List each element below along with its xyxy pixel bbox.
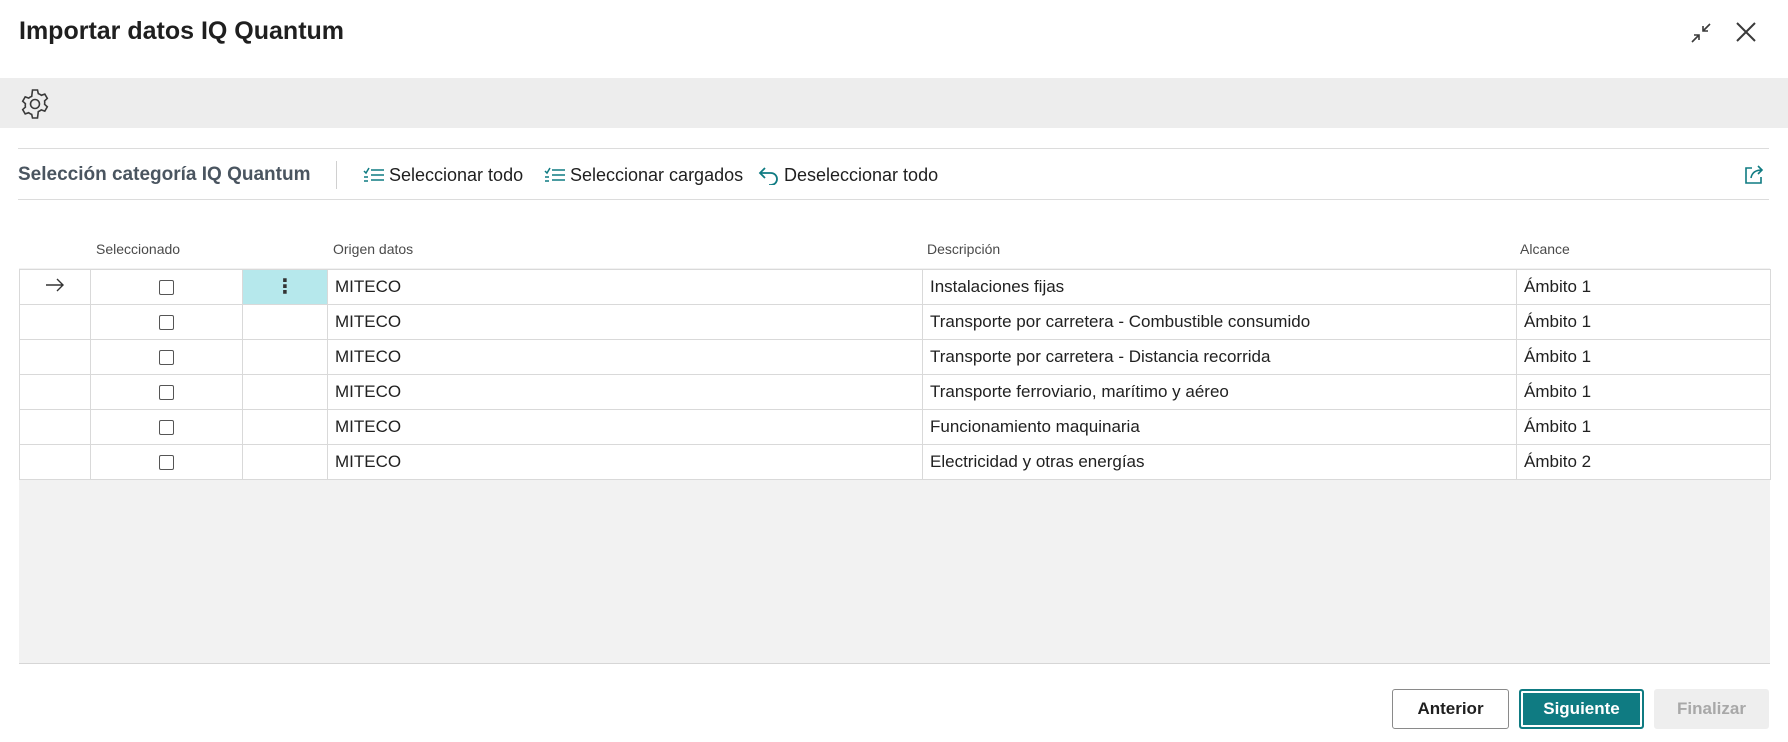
column-header-scope[interactable]: Alcance (1520, 241, 1570, 257)
divider (336, 161, 337, 189)
row-indicator-cell (19, 444, 91, 480)
table-row[interactable]: MITECO Transporte por carretera - Distan… (19, 339, 1771, 375)
grid-column-headers: Seleccionado Origen datos Descripción Al… (0, 235, 1788, 265)
table-row[interactable]: MITECO Funcionamiento maquinaria Ámbito … (19, 409, 1771, 445)
select-loaded-label: Seleccionar cargados (570, 164, 744, 185)
row-menu-cell (242, 374, 328, 410)
table-row[interactable]: MITECO Transporte por carretera - Combus… (19, 304, 1771, 340)
arrow-right-icon (46, 278, 64, 292)
origin-cell[interactable]: MITECO (327, 409, 923, 445)
table-row[interactable]: ⋮ MITECO Instalaciones fijas Ámbito 1 (19, 269, 1771, 305)
next-button[interactable]: Siguiente (1519, 689, 1644, 729)
current-row-indicator (19, 269, 91, 305)
gear-icon[interactable] (18, 87, 52, 121)
action-bar: Selección categoría IQ Quantum Seleccion… (18, 148, 1769, 200)
selected-cell (90, 269, 243, 305)
select-list-icon (363, 167, 384, 182)
description-cell[interactable]: Instalaciones fijas (922, 269, 1517, 305)
share-icon[interactable] (1743, 164, 1765, 186)
origin-cell[interactable]: MITECO (327, 339, 923, 375)
finish-button: Finalizar (1654, 689, 1769, 729)
undo-icon (758, 167, 778, 185)
part-title: Selección categoría IQ Quantum (18, 164, 311, 185)
column-header-selected[interactable]: Seleccionado (96, 241, 180, 257)
collapse-icon[interactable] (1688, 20, 1714, 46)
description-cell[interactable]: Transporte por carretera - Combustible c… (922, 304, 1517, 340)
select-list-icon (544, 167, 565, 182)
select-checkbox[interactable] (159, 455, 174, 471)
previous-button[interactable]: Anterior (1392, 689, 1509, 729)
scope-cell[interactable]: Ámbito 1 (1516, 409, 1771, 445)
close-icon[interactable] (1732, 18, 1760, 46)
scope-cell[interactable]: Ámbito 1 (1516, 339, 1771, 375)
settings-bar (0, 78, 1788, 128)
selected-cell (90, 339, 243, 375)
description-cell[interactable]: Transporte ferroviario, marítimo y aéreo (922, 374, 1517, 410)
table-row[interactable]: MITECO Transporte ferroviario, marítimo … (19, 374, 1771, 410)
select-all-button[interactable]: Seleccionar todo (363, 163, 523, 187)
select-all-label: Seleccionar todo (389, 164, 524, 185)
more-options-icon[interactable]: ⋮ (275, 276, 295, 298)
column-header-description[interactable]: Descripción (927, 241, 1000, 257)
column-header-origin[interactable]: Origen datos (333, 241, 413, 257)
row-menu-cell (242, 444, 328, 480)
select-checkbox[interactable] (159, 350, 174, 366)
deselect-all-button[interactable]: Deseleccionar todo (758, 163, 938, 187)
select-loaded-button[interactable]: Seleccionar cargados (544, 163, 743, 187)
description-cell[interactable]: Electricidad y otras energías (922, 444, 1517, 480)
description-cell[interactable]: Transporte por carretera - Distancia rec… (922, 339, 1517, 375)
selected-cell (90, 409, 243, 445)
selected-cell (90, 444, 243, 480)
category-grid: ⋮ MITECO Instalaciones fijas Ámbito 1 MI… (19, 269, 1771, 480)
scope-cell[interactable]: Ámbito 2 (1516, 444, 1771, 480)
dialog-header: Importar datos IQ Quantum (0, 0, 1788, 68)
origin-cell[interactable]: MITECO (327, 444, 923, 480)
select-checkbox[interactable] (159, 385, 174, 401)
row-menu-cell: ⋮ (242, 269, 328, 305)
selected-cell (90, 304, 243, 340)
row-indicator-cell (19, 304, 91, 340)
row-indicator-cell (19, 409, 91, 445)
scope-cell[interactable]: Ámbito 1 (1516, 374, 1771, 410)
row-indicator-cell (19, 374, 91, 410)
select-checkbox[interactable] (159, 315, 174, 331)
origin-cell[interactable]: MITECO (327, 269, 923, 305)
table-row[interactable]: MITECO Electricidad y otras energías Ámb… (19, 444, 1771, 480)
row-menu-cell (242, 409, 328, 445)
deselect-all-label: Deseleccionar todo (784, 164, 939, 185)
row-menu-cell (242, 304, 328, 340)
dialog-title: Importar datos IQ Quantum (19, 17, 345, 45)
selected-cell (90, 374, 243, 410)
origin-cell[interactable]: MITECO (327, 304, 923, 340)
scope-cell[interactable]: Ámbito 1 (1516, 269, 1771, 305)
select-checkbox[interactable] (159, 420, 174, 436)
select-checkbox[interactable] (159, 280, 174, 296)
origin-cell[interactable]: MITECO (327, 374, 923, 410)
description-cell[interactable]: Funcionamiento maquinaria (922, 409, 1517, 445)
scope-cell[interactable]: Ámbito 1 (1516, 304, 1771, 340)
row-menu-cell (242, 339, 328, 375)
row-indicator-cell (19, 339, 91, 375)
